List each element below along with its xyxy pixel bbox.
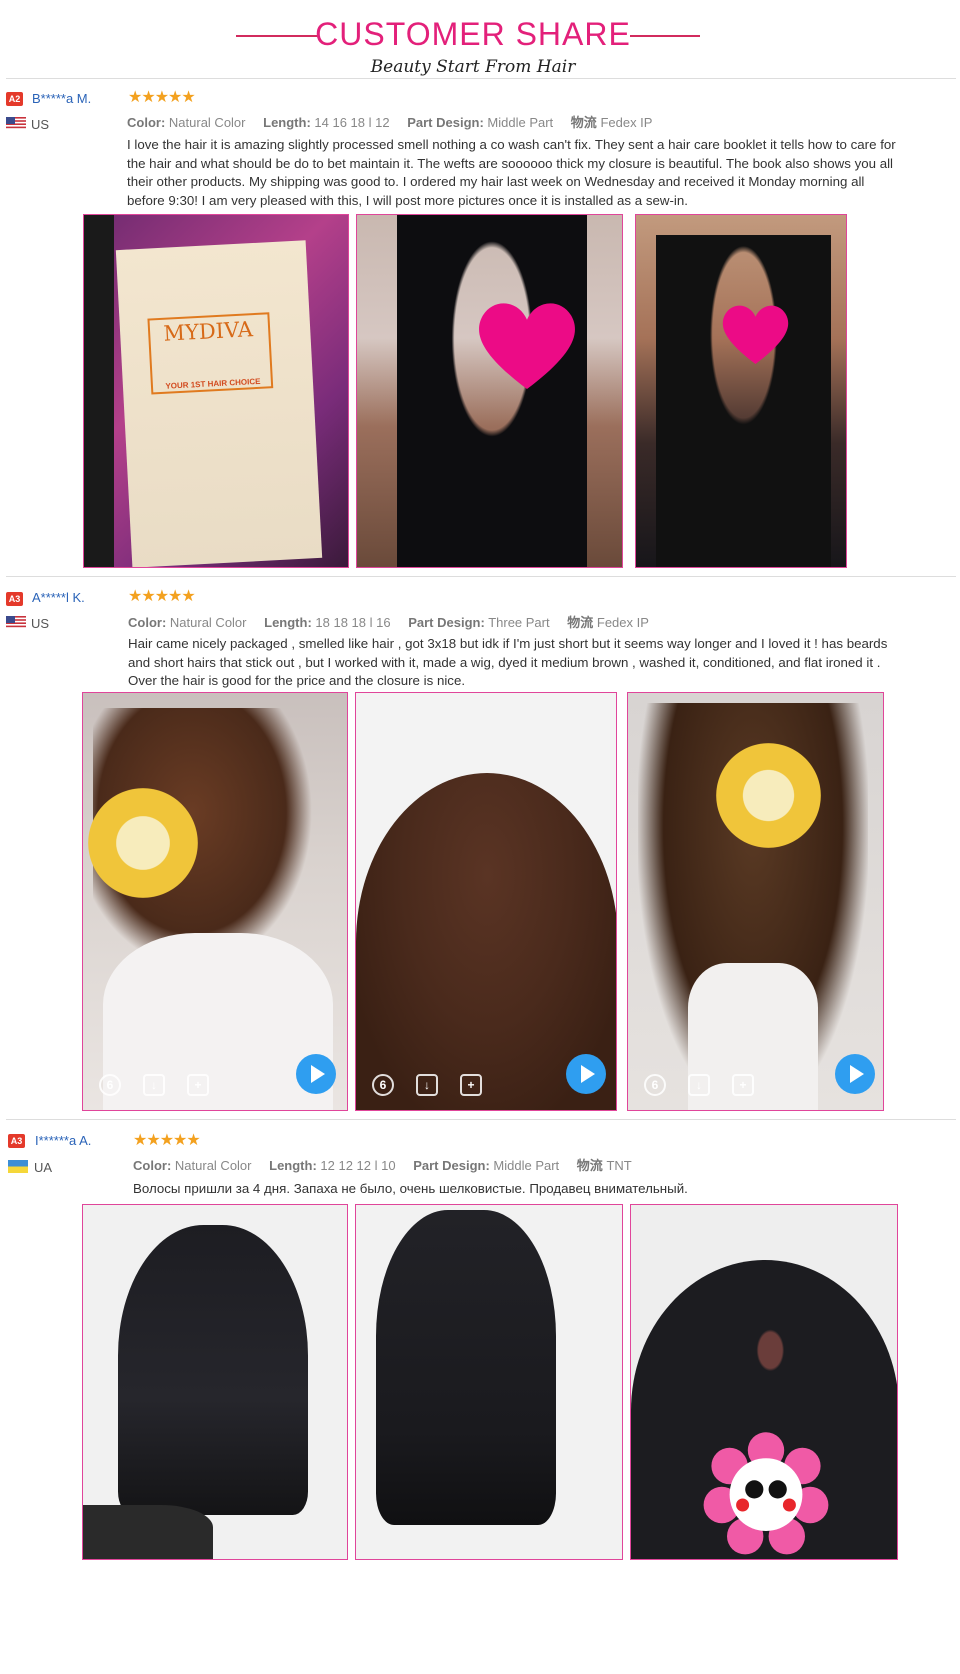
sunflower-sticker-icon bbox=[716, 743, 821, 848]
order-meta: Color: Natural Color Length: 14 16 18 l … bbox=[127, 115, 653, 130]
hand bbox=[83, 1505, 213, 1559]
send-icon[interactable] bbox=[296, 1054, 336, 1094]
snap-toolbar: 6 ↓ + bbox=[644, 1074, 754, 1096]
reviewer-country: US bbox=[31, 117, 50, 132]
review-photo-wig[interactable] bbox=[82, 1204, 348, 1560]
review-text: Hair came nicely packaged , smelled like… bbox=[128, 636, 888, 688]
review-text: I love the hair it is amazing slightly p… bbox=[127, 137, 896, 208]
level-badge: A3 bbox=[6, 592, 23, 606]
send-icon[interactable] bbox=[835, 1054, 875, 1094]
review-photo-snap[interactable]: 6 ↓ + bbox=[627, 692, 884, 1111]
rating-stars: ★★★★★ bbox=[133, 1132, 201, 1149]
review-photo-snap[interactable]: 6 ↓ + bbox=[355, 692, 617, 1111]
product-box: MYDIVA YOUR 1ST HAIR CHOICE bbox=[115, 240, 323, 567]
review-divider bbox=[6, 1119, 956, 1120]
hair bbox=[656, 235, 831, 567]
snap-toolbar: 6 ↓ + bbox=[372, 1074, 482, 1096]
review-photo-selfie[interactable] bbox=[635, 214, 847, 568]
review-photo-box[interactable]: MYDIVA YOUR 1ST HAIR CHOICE bbox=[83, 214, 349, 568]
heart-sticker-icon bbox=[722, 305, 789, 364]
reviewer-country: UA bbox=[34, 1160, 53, 1175]
download-icon[interactable]: ↓ bbox=[416, 1074, 438, 1096]
us-flag-icon bbox=[6, 616, 26, 629]
add-story-icon[interactable]: + bbox=[187, 1074, 209, 1096]
order-meta: Color: Natural Color Length: 18 18 18 l … bbox=[128, 615, 649, 630]
review-photo-selfie[interactable] bbox=[356, 214, 623, 568]
review-divider bbox=[6, 78, 956, 79]
review-photo-wig[interactable] bbox=[630, 1204, 898, 1560]
reviewer-name[interactable]: B*****a M. bbox=[32, 91, 91, 106]
sunflower-sticker-icon bbox=[88, 788, 198, 898]
wig bbox=[376, 1210, 556, 1525]
us-flag-icon bbox=[6, 117, 26, 130]
send-icon[interactable] bbox=[566, 1054, 606, 1094]
download-icon[interactable]: ↓ bbox=[143, 1074, 165, 1096]
review-text: Волосы пришли за 4 дня. Запаха не было, … bbox=[133, 1181, 688, 1196]
page-title: CUSTOMER SHARE bbox=[315, 16, 631, 52]
reviewer-name[interactable]: A*****l K. bbox=[32, 590, 85, 605]
rating-stars: ★★★★★ bbox=[128, 588, 196, 605]
ua-flag-icon bbox=[8, 1160, 28, 1173]
review-photo-snap[interactable]: 6 ↓ + bbox=[82, 692, 348, 1111]
wig bbox=[118, 1225, 308, 1515]
snap-toolbar: 6 ↓ + bbox=[99, 1074, 209, 1096]
heart-sticker-icon bbox=[479, 303, 575, 389]
add-story-icon[interactable]: + bbox=[460, 1074, 482, 1096]
rating-stars: ★★★★★ bbox=[128, 89, 196, 106]
level-badge: A2 bbox=[6, 92, 23, 106]
page-subtitle: Beauty Start From Hair bbox=[370, 57, 576, 77]
order-meta: Color: Natural Color Length: 12 12 12 l … bbox=[133, 1158, 632, 1173]
review-divider bbox=[6, 576, 956, 577]
timer-icon[interactable]: 6 bbox=[644, 1074, 666, 1096]
level-badge: A3 bbox=[8, 1134, 25, 1148]
flower-sticker-icon bbox=[703, 1432, 829, 1555]
reviewer-country: US bbox=[31, 616, 50, 631]
add-story-icon[interactable]: + bbox=[732, 1074, 754, 1096]
timer-icon[interactable]: 6 bbox=[372, 1074, 394, 1096]
download-icon[interactable]: ↓ bbox=[688, 1074, 710, 1096]
review-photo-wig[interactable] bbox=[355, 1204, 623, 1560]
timer-icon[interactable]: 6 bbox=[99, 1074, 121, 1096]
box-shadow bbox=[84, 215, 114, 567]
reviewer-name[interactable]: I******a A. bbox=[35, 1133, 91, 1148]
